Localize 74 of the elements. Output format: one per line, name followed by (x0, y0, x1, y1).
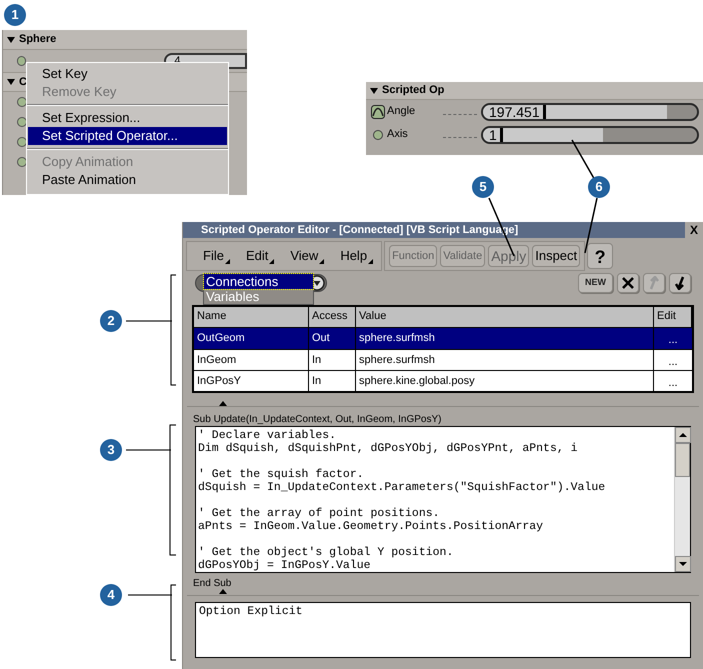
scrollbar[interactable] (674, 427, 690, 572)
callout-number: 4 (100, 584, 122, 606)
edit-cell-button[interactable]: ... (654, 371, 692, 391)
up-arrow-icon (648, 276, 660, 290)
table-cell: In (309, 371, 356, 391)
value-field[interactable]: 197.451 (483, 104, 546, 118)
callout-number: 6 (588, 176, 610, 198)
code-footer: End Sub (193, 576, 703, 589)
dropdown-option[interactable]: Connections (204, 274, 313, 289)
menu-item[interactable]: Set Expression... (28, 109, 227, 127)
splitter-handle-icon[interactable] (219, 401, 227, 406)
submenu-arrow-icon (269, 258, 274, 264)
scroll-up-icon[interactable] (675, 427, 691, 443)
down-arrow-icon (674, 276, 686, 290)
code-line: dSquish = In_UpdateContext.Parameters("SquishFactor").Value (198, 481, 606, 494)
code-line: ' Declare variables. (198, 429, 338, 442)
menu[interactable]: View (290, 246, 324, 266)
menu[interactable]: Help (340, 246, 374, 266)
table-cell: sphere.kine.global.posy (356, 371, 654, 391)
leader-line (126, 320, 172, 322)
parameter-label: Axis (387, 127, 409, 142)
column-header[interactable]: Edit (654, 307, 692, 327)
callout-number: 1 (4, 4, 26, 26)
table-row[interactable]: OutGeom Out sphere.surfmsh ... (194, 328, 692, 349)
section-title: Sphere (19, 32, 56, 48)
table-cell: InGPosY (194, 371, 309, 391)
submenu-arrow-icon (368, 258, 374, 264)
code-header: Sub Update(In_UpdateContext, Out, InGeom, InGPosY) (193, 413, 442, 426)
callout-number: 2 (100, 310, 122, 332)
delete-button[interactable] (617, 273, 639, 293)
table-row[interactable]: InGPosY In sphere.kine.global.posy ... (194, 370, 692, 391)
column-header[interactable]: Access (309, 307, 356, 327)
parameter-label: Angle (387, 104, 416, 120)
menu[interactable]: Edit (246, 246, 274, 266)
edit-cell-button[interactable]: ... (654, 328, 692, 349)
delete-icon (622, 277, 634, 289)
column-header[interactable]: Value (356, 307, 654, 327)
code-line: aPnts = InGeom.Value.Geometry.Points.PositionArray (198, 520, 544, 533)
scroll-down-icon[interactable] (675, 556, 691, 572)
code-line: Dim dSquish, dSquishPnt, dGPosYObj, dGPosYPnt, aPnts, i (198, 442, 579, 455)
menu[interactable]: File (203, 246, 230, 266)
callout-number: 3 (100, 439, 122, 461)
edit-cell-button[interactable]: ... (654, 350, 692, 370)
column-header[interactable]: Name (194, 307, 309, 327)
table-row[interactable]: InGeom In sphere.surfmsh ... (194, 349, 692, 370)
splitter-handle-icon[interactable] (219, 589, 227, 594)
code-line: dGPosYObj = InGPosY.Value (198, 559, 372, 572)
code-line: Option Explicit (199, 605, 304, 618)
function-curve-icon[interactable] (371, 104, 385, 118)
leader-line (128, 594, 172, 596)
scroll-thumb[interactable] (675, 443, 690, 477)
submenu-arrow-icon (224, 258, 230, 264)
move-down-button[interactable] (669, 273, 691, 293)
slider-track[interactable]: 1 (481, 126, 699, 144)
code-editor[interactable] (195, 426, 691, 573)
collapse-arrow-icon[interactable] (370, 88, 378, 94)
menu-item[interactable]: Paste Animation (28, 171, 227, 189)
help-button[interactable]: ? (587, 243, 614, 269)
code-line: ' Get the array of point positions. (198, 507, 441, 520)
section-title: Scripted Op (382, 83, 444, 98)
global-code-editor[interactable]: Option Explicit (195, 602, 691, 658)
section-title: C (19, 74, 27, 90)
toolbar-button[interactable]: Inspect (532, 245, 580, 267)
slider-track[interactable]: 197.451 (481, 102, 699, 120)
callout-number: 5 (472, 176, 494, 198)
code-line: ' Get the object's global Y position. (198, 546, 454, 559)
code-line: ' Get the squish factor. (198, 468, 365, 481)
collapse-arrow-icon[interactable] (7, 36, 15, 42)
submenu-arrow-icon (319, 258, 324, 264)
close-button[interactable]: X (685, 221, 703, 239)
menu-item[interactable]: Set Scripted Operator... (28, 127, 227, 145)
value-field[interactable]: 1 (483, 128, 503, 142)
collapse-arrow-icon[interactable] (7, 79, 15, 85)
new-button[interactable]: NEW (578, 273, 613, 293)
